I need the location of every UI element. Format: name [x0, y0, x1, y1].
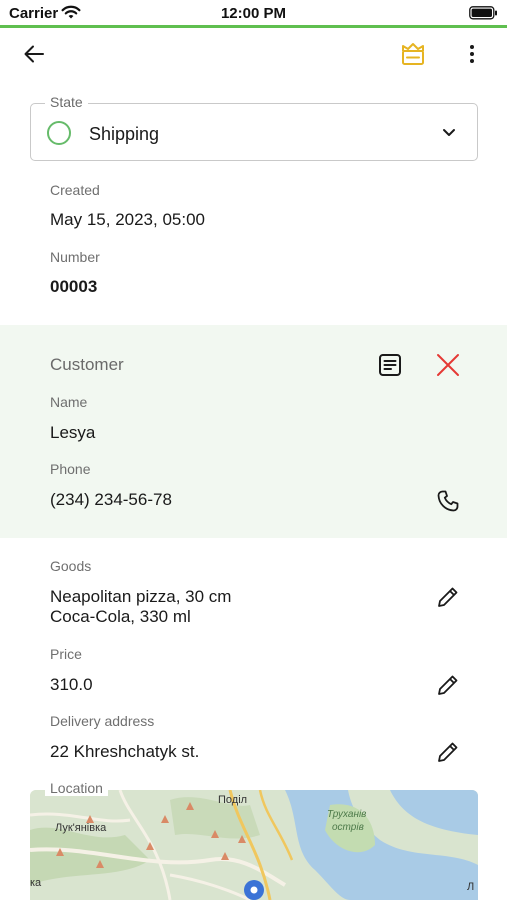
created-value: May 15, 2023, 05:00 — [50, 210, 206, 229]
number-label: Number — [50, 249, 100, 265]
created-label: Created — [50, 182, 100, 198]
phone-icon — [437, 490, 459, 512]
app-bar — [0, 28, 507, 84]
map-label-trukhaniv: Труханів — [327, 809, 366, 820]
map-label-lukianivka: Лук'янівка — [55, 822, 107, 834]
edit-goods-button[interactable] — [428, 577, 468, 617]
map-label-right-edge: Л — [467, 881, 474, 893]
price-label: Price — [50, 646, 82, 662]
goods-item: Coca-Cola, 330 ml — [50, 607, 191, 626]
edit-address-button[interactable] — [428, 732, 468, 772]
note-icon — [379, 354, 401, 376]
customer-section: Customer Name Lesya Phone (234) 234-56-7… — [0, 325, 507, 538]
state-dropdown[interactable]: Shipping — [30, 103, 478, 161]
back-button[interactable] — [14, 34, 54, 74]
number-value: 00003 — [50, 277, 98, 296]
map-graphic: Поділ Лук'янівка Труханів острів ка Л — [30, 790, 478, 900]
price-value: 310.0 — [50, 675, 93, 694]
clock: 12:00 PM — [220, 5, 287, 22]
more-options-button[interactable] — [452, 34, 492, 74]
state-value: Shipping — [89, 124, 160, 144]
crown-button[interactable] — [393, 34, 433, 74]
close-icon — [437, 354, 459, 376]
location-map[interactable]: Поділ Лук'янівка Труханів острів ка Л — [30, 790, 478, 900]
delivery-address-value: 22 Khreshchatyk st. — [50, 742, 200, 761]
customer-name-label: Name — [50, 394, 88, 410]
status-bar: Carrier 12:00 PM — [0, 0, 507, 26]
state-indicator-icon — [47, 121, 71, 145]
goods-label: Goods — [50, 558, 92, 574]
location-label: Location — [45, 780, 108, 796]
customer-title: Customer — [50, 355, 124, 374]
pencil-icon — [438, 675, 458, 695]
map-label-podil: Поділ — [218, 794, 247, 806]
pencil-icon — [438, 742, 458, 762]
goods-item: Neapolitan pizza, 30 cm — [50, 587, 232, 606]
back-arrow-icon — [24, 45, 44, 63]
crown-icon — [402, 43, 424, 65]
edit-price-button[interactable] — [428, 665, 468, 705]
more-vertical-icon — [470, 45, 474, 63]
call-button[interactable] — [428, 481, 468, 521]
remove-customer-button[interactable] — [428, 345, 468, 385]
chevron-down-icon — [443, 129, 455, 136]
map-label-ostriv: острів — [332, 822, 364, 833]
pencil-icon — [438, 587, 458, 607]
map-label-left-edge: ка — [30, 877, 42, 889]
delivery-address-label: Delivery address — [50, 713, 155, 729]
customer-name-value: Lesya — [50, 423, 96, 442]
customer-phone-value: (234) 234-56-78 — [50, 490, 172, 509]
customer-details-button[interactable] — [370, 345, 410, 385]
state-label: State — [45, 94, 88, 110]
customer-phone-label: Phone — [50, 461, 91, 477]
battery-icon — [469, 6, 498, 25]
